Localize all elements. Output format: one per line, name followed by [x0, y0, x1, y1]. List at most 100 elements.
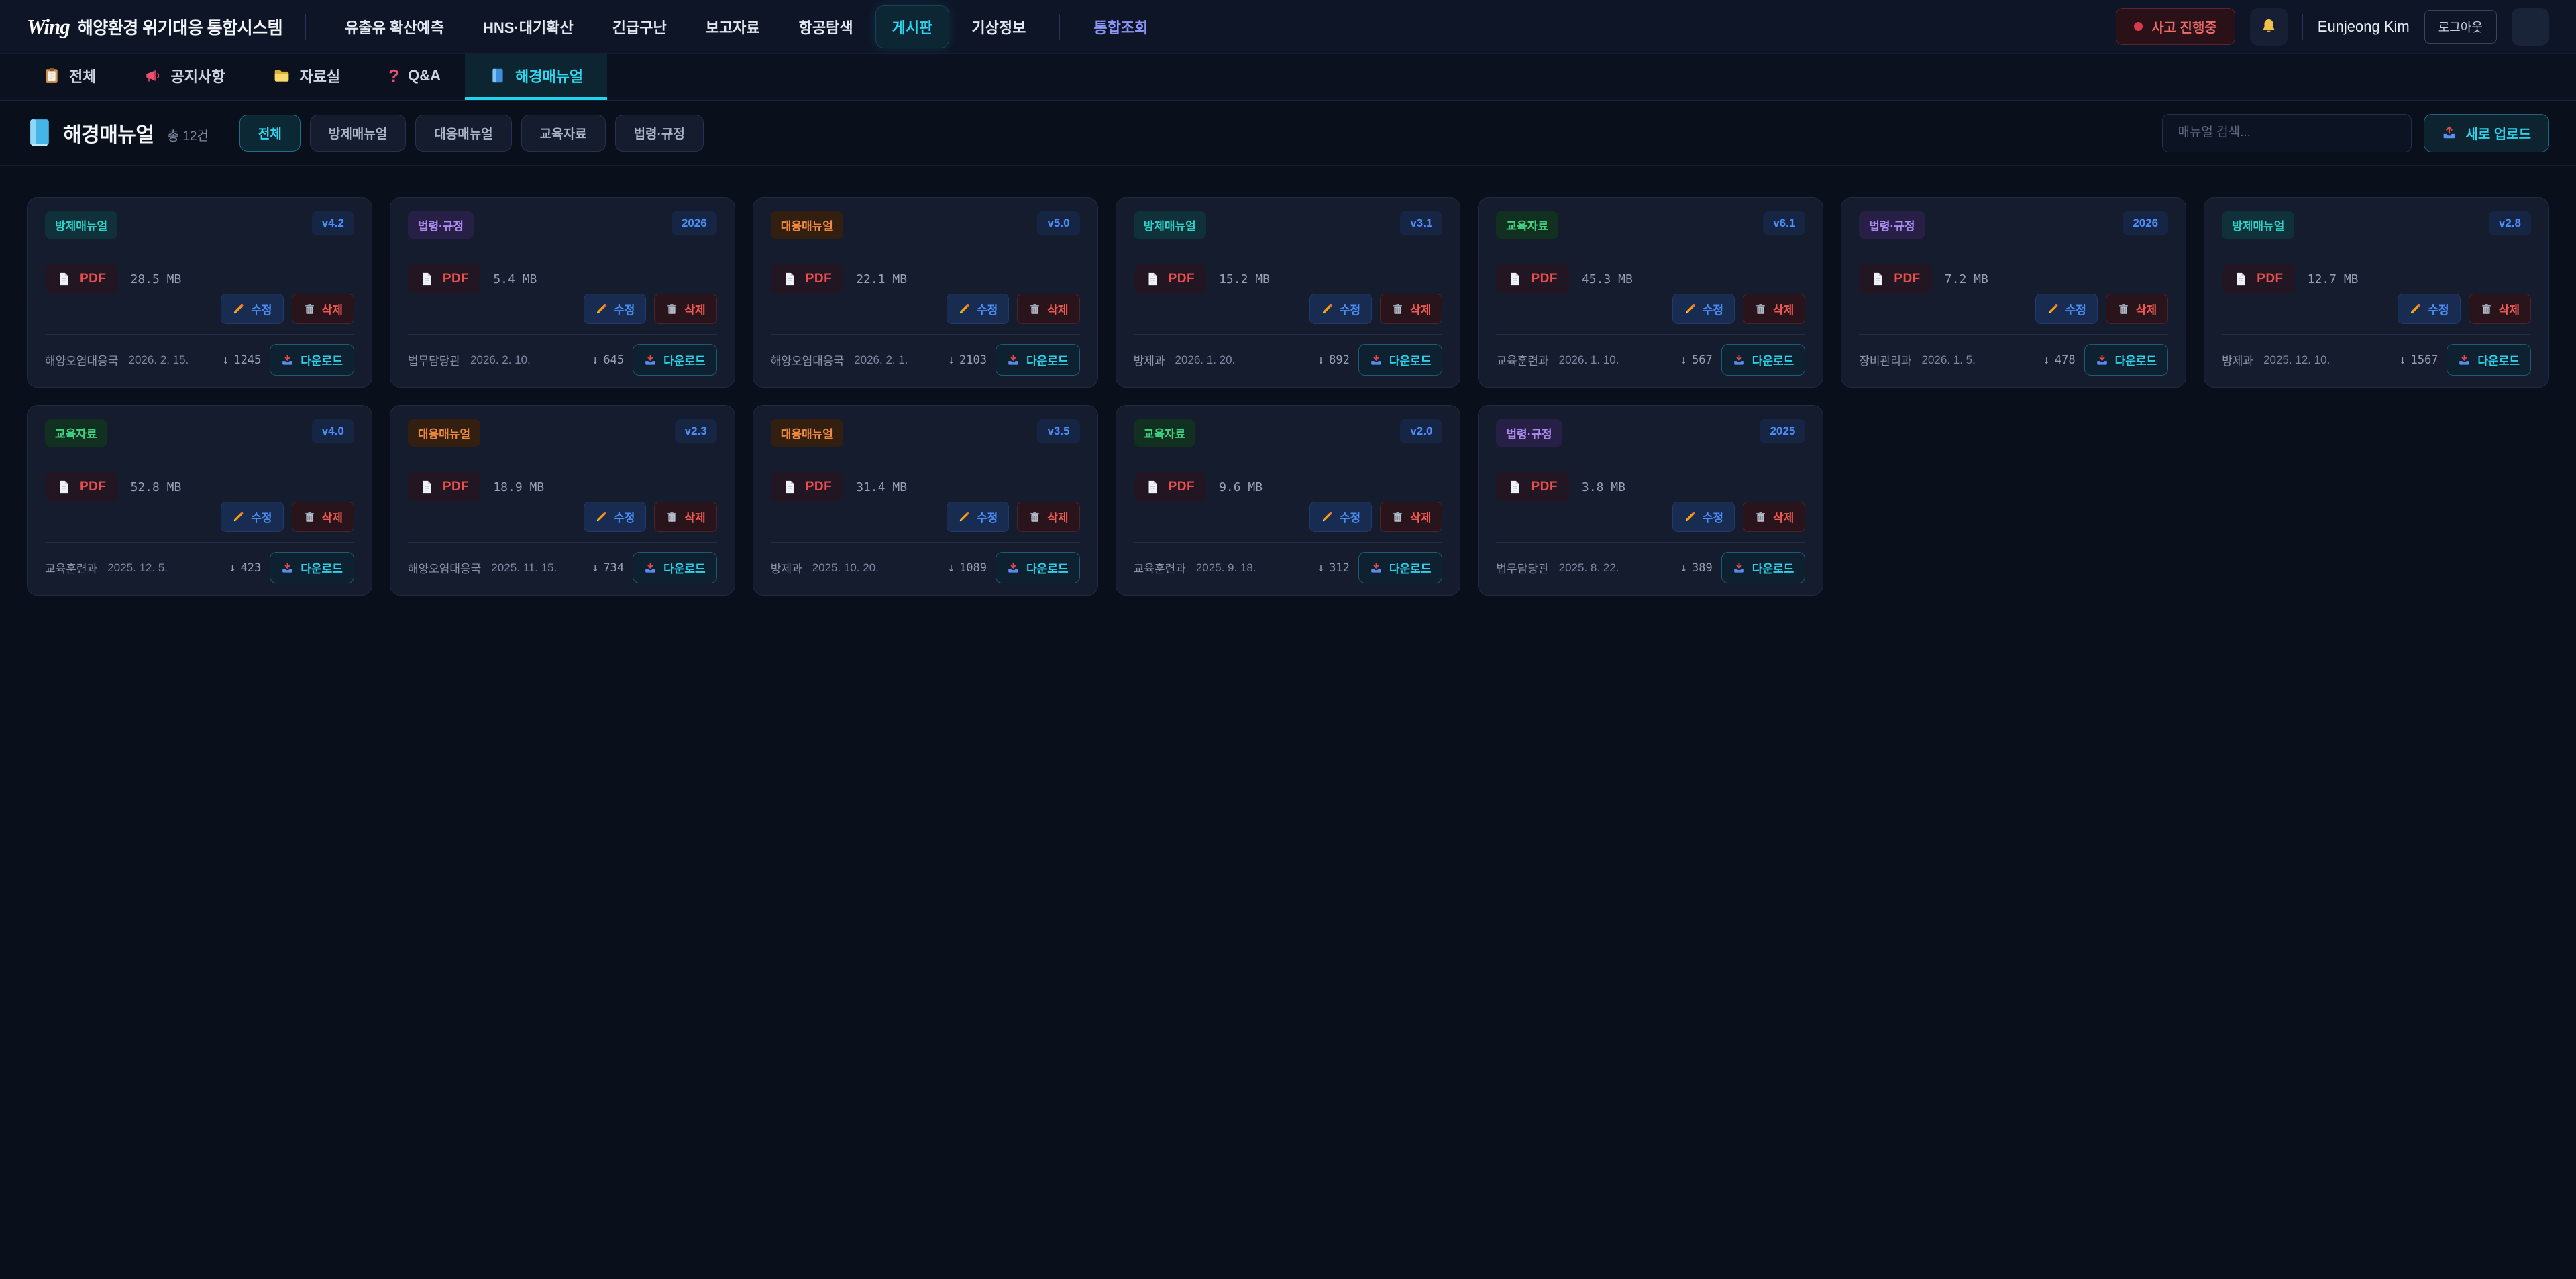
download-button[interactable]: 다운로드	[270, 344, 354, 376]
nav-item-weather[interactable]: 기상정보	[955, 6, 1042, 48]
version-badge: v3.5	[1037, 419, 1079, 443]
tab-all[interactable]: 전체	[19, 54, 120, 100]
download-button[interactable]: 다운로드	[2447, 344, 2531, 376]
incident-status-label: 사고 진행중	[2151, 17, 2217, 36]
card-actions: 수정 삭제	[771, 502, 1080, 532]
logo-wing-script: Wing	[27, 15, 70, 39]
delete-button[interactable]: 삭제	[2469, 294, 2531, 324]
card-footer: 해양오염대응국 2025. 11. 15. ↓ 734 다운로드	[408, 542, 717, 583]
nav-item-board[interactable]: 게시판	[876, 6, 949, 48]
download-button[interactable]: 다운로드	[633, 552, 717, 583]
new-upload-button[interactable]: 새로 업로드	[2424, 114, 2549, 152]
card-footer: 방제과 2025. 10. 20. ↓ 1089 다운로드	[771, 542, 1080, 583]
delete-button[interactable]: 삭제	[1380, 502, 1442, 532]
download-button[interactable]: 다운로드	[996, 344, 1080, 376]
file-size: 12.7 MB	[2308, 272, 2359, 286]
download-button[interactable]: 다운로드	[1358, 344, 1443, 376]
download-button[interactable]: 다운로드	[1721, 552, 1806, 583]
down-arrow-icon: ↓	[1680, 561, 1687, 575]
download-count-value: 645	[603, 353, 624, 367]
edit-button[interactable]: 수정	[947, 294, 1009, 324]
delete-button[interactable]: 삭제	[1743, 502, 1805, 532]
download-count-value: 1089	[959, 561, 987, 575]
edit-button[interactable]: 수정	[1672, 502, 1735, 532]
download-button[interactable]: 다운로드	[2084, 344, 2169, 376]
edit-button[interactable]: 수정	[1309, 502, 1372, 532]
card-badges-row: 법령·규정 2026	[1859, 211, 2168, 239]
download-button[interactable]: 다운로드	[633, 344, 717, 376]
card-actions: 수정 삭제	[45, 294, 354, 324]
filter-chip-control-manual[interactable]: 방제매뉴얼	[310, 115, 406, 152]
edit-label: 수정	[251, 508, 272, 525]
nav-item-integrated-search[interactable]: 통합조회	[1077, 6, 1164, 48]
department: 해양오염대응국	[45, 351, 118, 368]
delete-button[interactable]: 삭제	[654, 294, 716, 324]
file-size: 7.2 MB	[1945, 272, 1988, 286]
logout-button[interactable]: 로그아웃	[2424, 10, 2497, 44]
upload-date: 2026. 1. 10.	[1559, 353, 1619, 367]
delete-button[interactable]: 삭제	[292, 502, 354, 532]
download-count: ↓ 567	[1680, 353, 1713, 367]
category-badge: 교육자료	[1134, 419, 1196, 447]
edit-label: 수정	[1340, 300, 1360, 317]
download-label: 다운로드	[1752, 351, 1794, 368]
delete-button[interactable]: 삭제	[654, 502, 716, 532]
delete-button[interactable]: 삭제	[1017, 294, 1079, 324]
nav-item-aerial-search[interactable]: 항공탐색	[783, 6, 869, 48]
card-badges-row: 대응매뉴얼 v2.3	[408, 419, 717, 447]
edit-button[interactable]: 수정	[584, 294, 646, 324]
trash-icon	[2117, 302, 2130, 315]
edit-button[interactable]: 수정	[221, 294, 283, 324]
delete-label: 삭제	[1410, 508, 1431, 525]
edit-button[interactable]: 수정	[947, 502, 1009, 532]
nav-item-reports[interactable]: 보고자료	[690, 6, 776, 48]
edit-button[interactable]: 수정	[1309, 294, 1372, 324]
filter-chip-education[interactable]: 교육자료	[521, 115, 606, 152]
file-size: 5.4 MB	[493, 272, 537, 286]
filter-chip-law[interactable]: 법령·규정	[615, 115, 704, 152]
nav-item-oil-spill-prediction[interactable]: 유출유 확산예측	[329, 6, 460, 48]
version-badge: 2026	[2123, 211, 2168, 235]
version-badge: v2.8	[2489, 211, 2531, 235]
edit-button[interactable]: 수정	[1672, 294, 1735, 324]
delete-button[interactable]: 삭제	[2106, 294, 2168, 324]
delete-button[interactable]: 삭제	[292, 294, 354, 324]
tab-notices[interactable]: 공지사항	[120, 54, 249, 100]
card-actions: 수정 삭제	[1496, 294, 1805, 324]
hamburger-menu-button[interactable]	[2512, 8, 2549, 46]
edit-button[interactable]: 수정	[2035, 294, 2098, 324]
edit-button[interactable]: 수정	[584, 502, 646, 532]
nav-item-hns-diffusion[interactable]: HNS·대기확산	[467, 6, 590, 48]
category-badge: 교육자료	[1496, 211, 1558, 239]
file-chip: PDF	[408, 472, 481, 502]
nav-item-emergency-rescue[interactable]: 긴급구난	[596, 6, 683, 48]
filter-chip-response-manual[interactable]: 대응매뉴얼	[415, 115, 511, 152]
notifications-button[interactable]	[2250, 8, 2288, 46]
edit-button[interactable]: 수정	[2398, 294, 2460, 324]
download-count-value: 2103	[959, 353, 987, 367]
download-button[interactable]: 다운로드	[996, 552, 1080, 583]
delete-label: 삭제	[2136, 300, 2157, 317]
delete-button[interactable]: 삭제	[1380, 294, 1442, 324]
version-badge: v4.0	[312, 419, 354, 443]
delete-label: 삭제	[2499, 300, 2520, 317]
upload-date: 2026. 2. 15.	[128, 353, 189, 367]
download-count-value: 1245	[233, 353, 261, 367]
tab-archive[interactable]: 자료실	[249, 54, 364, 100]
incident-dot-icon	[2134, 22, 2143, 31]
manual-search-input[interactable]	[2162, 114, 2412, 152]
delete-button[interactable]: 삭제	[1017, 502, 1079, 532]
delete-label: 삭제	[1047, 508, 1068, 525]
trash-icon	[1391, 510, 1404, 523]
edit-button[interactable]: 수정	[221, 502, 283, 532]
delete-label: 삭제	[684, 300, 705, 317]
tab-coastguard-manuals[interactable]: 해경매뉴얼	[465, 54, 607, 100]
filter-chip-all[interactable]: 전체	[239, 115, 301, 152]
download-button[interactable]: 다운로드	[1721, 344, 1806, 376]
delete-button[interactable]: 삭제	[1743, 294, 1805, 324]
download-button[interactable]: 다운로드	[1358, 552, 1443, 583]
download-count: ↓ 423	[229, 561, 261, 575]
tab-qna[interactable]: ? Q&A	[364, 54, 465, 100]
download-button[interactable]: 다운로드	[270, 552, 354, 583]
board-actions: 새로 업로드	[2162, 114, 2549, 152]
